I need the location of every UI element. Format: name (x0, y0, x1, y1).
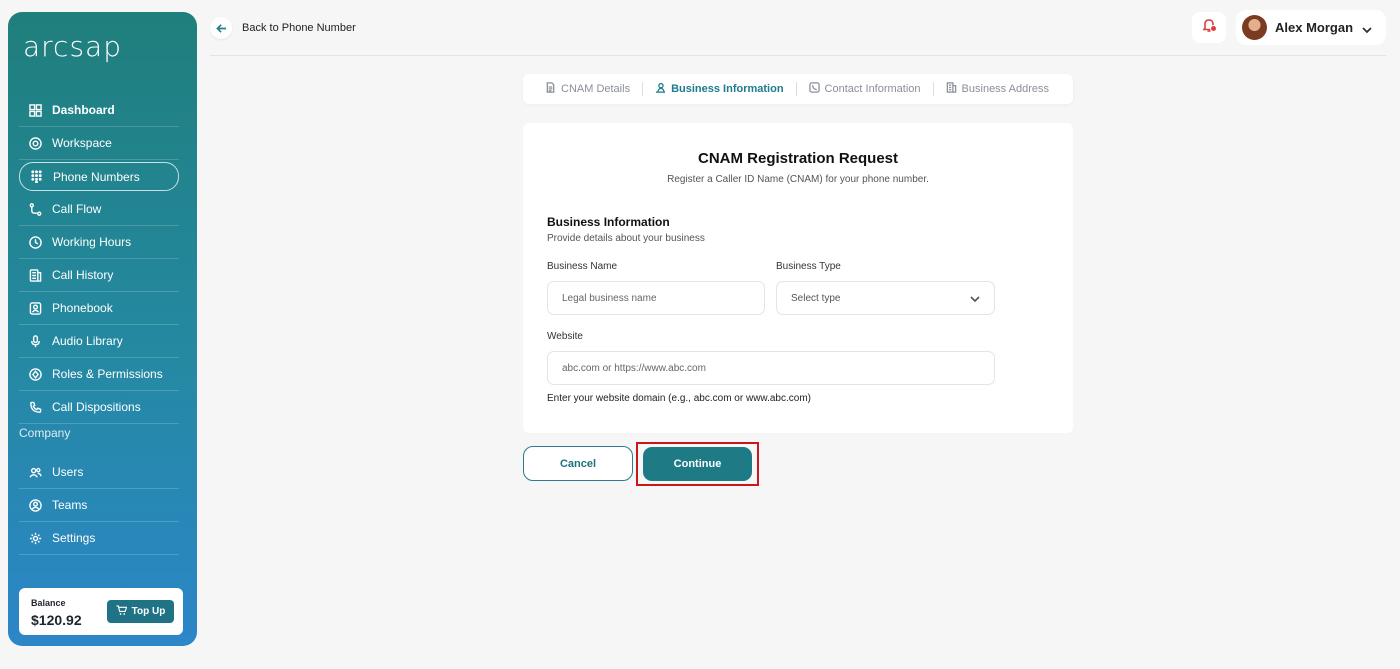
step-business-address[interactable]: Business Address (934, 82, 1061, 96)
form-title: CNAM Registration Request (697, 150, 899, 167)
grid-icon (29, 103, 42, 117)
balance-label: Balance (31, 598, 66, 608)
sidebar-item-call-flow[interactable]: Call Flow (19, 193, 179, 226)
step-label: Business Address (961, 83, 1049, 95)
document-icon (545, 82, 556, 96)
sidebar-item-call-dispositions[interactable]: Call Dispositions (19, 391, 179, 424)
sidebar-item-users[interactable]: Users (19, 456, 179, 489)
sidebar-item-label: Roles & Permissions (52, 367, 163, 381)
sidebar-item-call-history[interactable]: Call History (19, 259, 179, 292)
sidebar: arcsap Dashboard Workspace Phone Numbers… (8, 12, 197, 646)
stepper: CNAM Details Business Information Contac… (523, 74, 1073, 104)
lifebuoy-icon (29, 136, 42, 150)
sidebar-item-label: Audio Library (52, 334, 123, 348)
section-subtitle: Provide details about your business (547, 233, 705, 244)
phone-icon (29, 401, 42, 414)
sidebar-item-label: Teams (52, 498, 88, 512)
top-up-label: Top Up (131, 606, 166, 617)
business-type-value: Select type (791, 292, 841, 304)
website-hint: Enter your website domain (e.g., abc.com… (547, 393, 811, 404)
cancel-button[interactable]: Cancel (523, 446, 633, 481)
gear-icon (29, 532, 42, 545)
back-link[interactable]: Back to Phone Number (210, 17, 356, 39)
shield-icon (29, 367, 42, 381)
sidebar-item-label: Call Flow (52, 202, 102, 216)
contact-icon (808, 82, 820, 96)
back-label: Back to Phone Number (242, 22, 356, 34)
sidebar-item-label: Call Dispositions (52, 400, 141, 414)
sidebar-item-roles-permissions[interactable]: Roles & Permissions (19, 358, 179, 391)
sidebar-item-working-hours[interactable]: Working Hours (19, 226, 179, 259)
balance-card: Balance $120.92 Top Up (19, 588, 183, 635)
sidebar-nav: Dashboard Workspace Phone Numbers Call F… (19, 94, 179, 424)
form-subtitle: Register a Caller ID Name (CNAM) for you… (667, 174, 929, 185)
notifications-button[interactable] (1192, 12, 1226, 43)
chevron-down-icon (1362, 22, 1372, 34)
business-type-select[interactable]: Select type (776, 281, 995, 315)
building-icon (946, 82, 957, 96)
sidebar-item-label: Phonebook (52, 301, 113, 315)
sidebar-item-label: Users (52, 465, 84, 479)
continue-button[interactable]: Continue (643, 447, 752, 481)
sidebar-item-label: Workspace (52, 136, 112, 150)
users-icon (29, 466, 42, 479)
sidebar-item-phonebook[interactable]: Phonebook (19, 292, 179, 325)
flow-icon (29, 202, 42, 216)
sidebar-company-nav: Users Teams Settings (19, 456, 179, 555)
sidebar-item-teams[interactable]: Teams (19, 489, 179, 522)
user-name: Alex Morgan (1275, 20, 1354, 35)
sidebar-item-label: Settings (52, 531, 96, 545)
top-up-button[interactable]: Top Up (107, 600, 174, 623)
section-label-company: Company (19, 426, 71, 440)
website-input[interactable] (547, 351, 995, 385)
step-label: Business Information (671, 83, 784, 95)
section-title: Business Information (547, 215, 670, 229)
avatar (1242, 15, 1267, 40)
step-contact-information[interactable]: Contact Information (797, 82, 933, 96)
contact-book-icon (29, 301, 42, 315)
business-name-label: Business Name (547, 261, 618, 272)
app-logo[interactable]: arcsap (23, 30, 122, 63)
sidebar-item-settings[interactable]: Settings (19, 522, 179, 555)
sidebar-item-label: Dashboard (52, 103, 115, 117)
clock-icon (29, 235, 42, 249)
step-label: CNAM Details (561, 83, 631, 95)
step-cnam-details[interactable]: CNAM Details (533, 82, 642, 96)
sidebar-item-audio-library[interactable]: Audio Library (19, 325, 179, 358)
cart-icon (116, 604, 127, 619)
step-label: Contact Information (824, 83, 921, 95)
sidebar-item-dashboard[interactable]: Dashboard (19, 94, 179, 127)
step-business-information[interactable]: Business Information (643, 82, 795, 96)
team-icon (29, 498, 42, 512)
website-label: Website (547, 331, 583, 342)
notification-dot (1210, 25, 1217, 32)
sidebar-item-label: Call History (52, 268, 114, 282)
history-icon (29, 268, 42, 282)
sidebar-item-label: Working Hours (52, 235, 132, 249)
business-icon (655, 82, 666, 96)
business-name-input[interactable] (547, 281, 765, 315)
sidebar-item-workspace[interactable]: Workspace (19, 127, 179, 160)
sidebar-item-phone-numbers[interactable]: Phone Numbers (19, 162, 179, 191)
header-divider (210, 55, 1386, 56)
user-menu[interactable]: Alex Morgan (1236, 10, 1386, 45)
keypad-icon (30, 170, 43, 183)
balance-value: $120.92 (31, 612, 82, 628)
sidebar-item-label: Phone Numbers (53, 169, 140, 184)
business-type-label: Business Type (776, 261, 841, 272)
arrow-left-icon (210, 17, 232, 39)
microphone-icon (29, 334, 42, 348)
form-card: CNAM Registration Request Register a Cal… (523, 123, 1073, 433)
